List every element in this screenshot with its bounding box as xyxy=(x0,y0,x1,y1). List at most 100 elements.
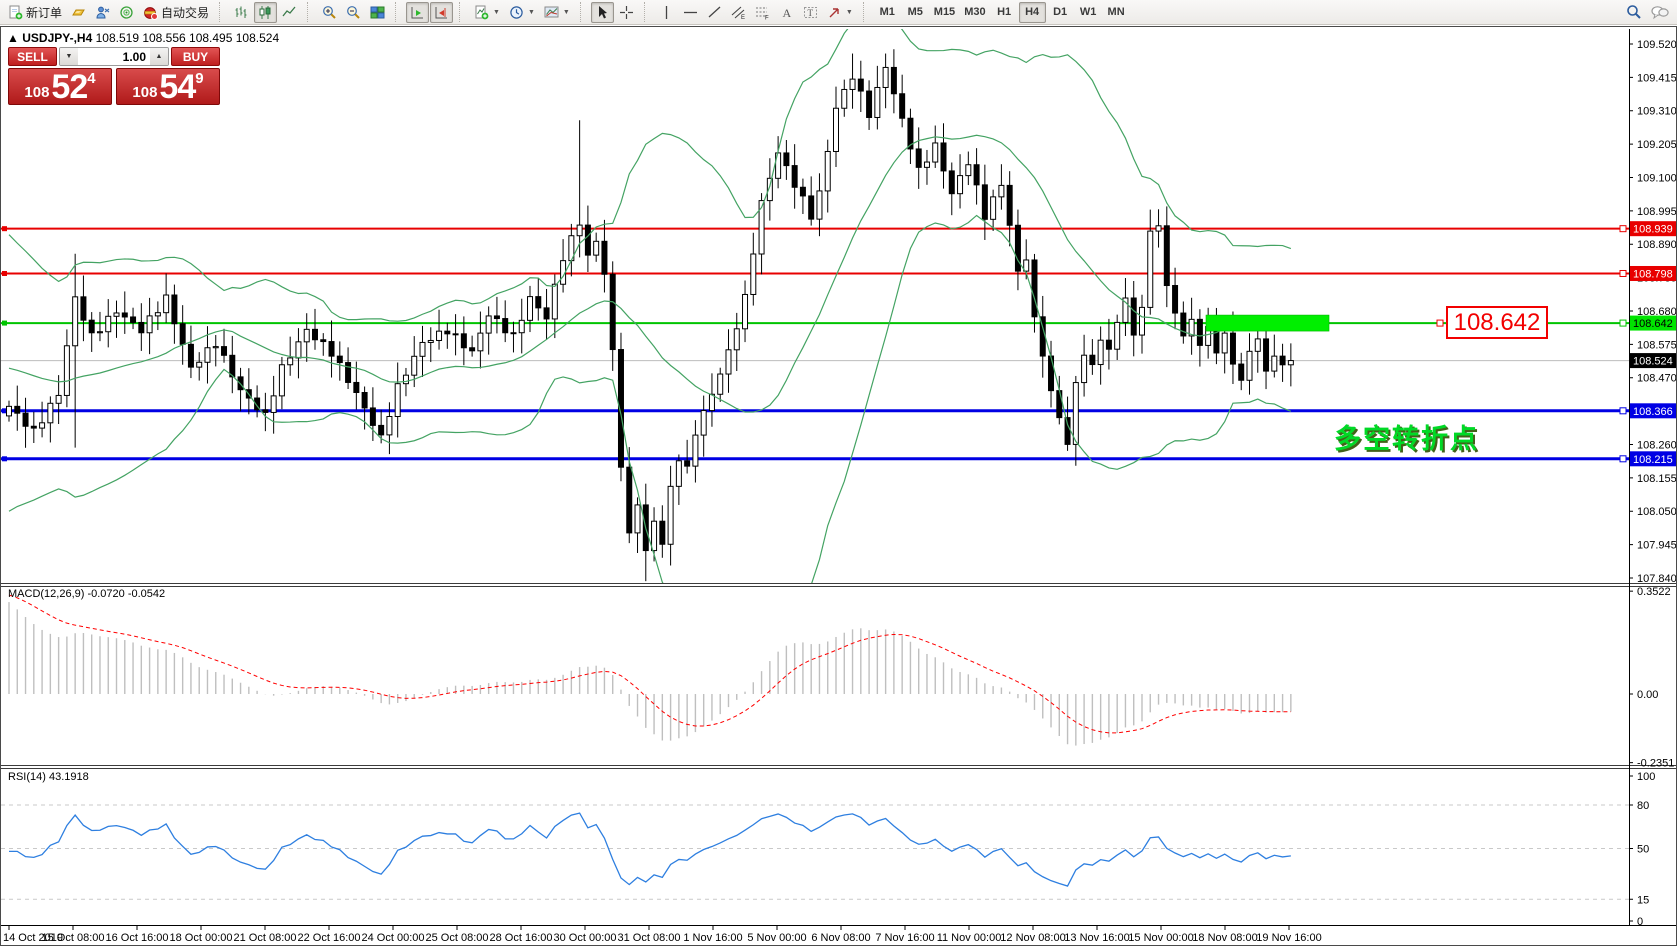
indicators-button[interactable]: ▼ xyxy=(470,2,504,23)
svg-text:18 Nov 08:00: 18 Nov 08:00 xyxy=(1192,932,1257,943)
crosshair-button[interactable] xyxy=(615,2,638,23)
equidistant-channel-icon: E xyxy=(731,5,746,20)
toolbar-separator xyxy=(644,2,651,22)
timeframe-M15[interactable]: M15 xyxy=(930,2,959,23)
arrows-icon xyxy=(827,5,842,20)
svg-text:11 Nov 00:00: 11 Nov 00:00 xyxy=(937,932,1002,943)
svg-text:-0.2351: -0.2351 xyxy=(1637,758,1674,770)
dropdown-arrow-icon: ▼ xyxy=(563,9,570,16)
timeframe-H1[interactable]: H1 xyxy=(991,2,1018,23)
sell-price-sup: 4 xyxy=(87,71,95,86)
svg-text:16 Oct 16:00: 16 Oct 16:00 xyxy=(106,932,169,943)
chat-bubbles-icon xyxy=(1651,5,1669,20)
svg-text:108.642: 108.642 xyxy=(1633,318,1673,330)
new-order-label: 新订单 xyxy=(26,4,62,21)
svg-text:109.520: 109.520 xyxy=(1637,39,1676,51)
svg-text:0.3522: 0.3522 xyxy=(1637,586,1671,598)
dropdown-arrow-icon: ▼ xyxy=(528,9,535,16)
bar-chart-button[interactable] xyxy=(230,2,253,23)
line-chart-button[interactable] xyxy=(278,2,301,23)
chart-shift-button[interactable] xyxy=(430,2,453,23)
svg-text:15 Oct 08:00: 15 Oct 08:00 xyxy=(42,932,105,943)
toolbar-separator xyxy=(459,2,466,22)
timeframe-toolbar: M1M5M15M30H1H4D1W1MN xyxy=(874,2,1130,23)
svg-text:0: 0 xyxy=(1637,916,1643,928)
dropdown-arrow-icon: ▼ xyxy=(493,9,500,16)
fibonacci-tool-button[interactable]: F xyxy=(751,2,774,23)
svg-text:19 Nov 16:00: 19 Nov 16:00 xyxy=(1256,932,1321,943)
tile-windows-icon xyxy=(370,5,385,20)
dropdown-arrow-icon: ▼ xyxy=(846,9,853,16)
candlestick-chart-button[interactable] xyxy=(254,2,277,23)
timeframe-H4[interactable]: H4 xyxy=(1019,2,1046,23)
svg-text:E: E xyxy=(741,15,745,20)
one-click-trading-panel: SELL ▼ 1.00 ▲ BUY 108 52 4 108 54 9 xyxy=(8,47,220,105)
sell-price-tile[interactable]: 108 52 4 xyxy=(8,68,112,105)
chart-shift-icon xyxy=(434,5,449,20)
timeframe-M30[interactable]: M30 xyxy=(960,2,989,23)
svg-text:1 Nov 16:00: 1 Nov 16:00 xyxy=(683,932,742,943)
horizontal-line-tool-button[interactable] xyxy=(679,2,702,23)
tile-windows-button[interactable] xyxy=(366,2,389,23)
channel-tool-button[interactable]: E xyxy=(727,2,750,23)
trendline-tool-button[interactable] xyxy=(703,2,726,23)
svg-text:31 Oct 08:00: 31 Oct 08:00 xyxy=(618,932,681,943)
zoom-in-button[interactable] xyxy=(318,2,341,23)
volume-decrease-button[interactable]: ▼ xyxy=(60,48,78,65)
text-label-tool-button[interactable]: T xyxy=(799,2,822,23)
sell-price-big: 52 xyxy=(51,72,87,102)
svg-text:21 Oct 08:00: 21 Oct 08:00 xyxy=(234,932,297,943)
zoom-out-button[interactable] xyxy=(342,2,365,23)
horizontal-line-icon xyxy=(683,5,698,20)
svg-text:100: 100 xyxy=(1637,771,1655,783)
market-gold-button[interactable] xyxy=(67,2,90,23)
svg-text:109.415: 109.415 xyxy=(1637,72,1676,84)
timeframe-D1[interactable]: D1 xyxy=(1047,2,1074,23)
svg-text:5 Nov 00:00: 5 Nov 00:00 xyxy=(747,932,806,943)
volume-increase-button[interactable]: ▲ xyxy=(150,48,168,65)
text-icon: A xyxy=(779,5,794,20)
trader-button[interactable] xyxy=(91,2,114,23)
trader-person-icon xyxy=(95,5,110,20)
arrows-tool-button[interactable]: ▼ xyxy=(823,2,857,23)
svg-text:13 Nov 16:00: 13 Nov 16:00 xyxy=(1064,932,1129,943)
svg-text:A: A xyxy=(782,6,791,20)
cursor-button[interactable] xyxy=(591,2,614,23)
template-icon xyxy=(544,5,559,20)
svg-text:F: F xyxy=(765,15,769,20)
indicators-icon xyxy=(474,5,489,20)
autotrading-button[interactable]: 自动交易 xyxy=(139,2,213,23)
signal-button[interactable] xyxy=(115,2,138,23)
templates-button[interactable]: ▼ xyxy=(540,2,574,23)
svg-text:15 Nov 00:00: 15 Nov 00:00 xyxy=(1128,932,1193,943)
buy-price-big: 54 xyxy=(159,72,195,102)
periods-button[interactable]: ▼ xyxy=(505,2,539,23)
svg-text:50: 50 xyxy=(1637,844,1649,856)
svg-text:6 Nov 08:00: 6 Nov 08:00 xyxy=(811,932,870,943)
svg-text:12 Nov 08:00: 12 Nov 08:00 xyxy=(1000,932,1065,943)
vertical-line-icon xyxy=(659,5,674,20)
chart-canvas[interactable]: 109.520109.415109.310109.205109.100108.9… xyxy=(1,27,1676,943)
svg-text:109.310: 109.310 xyxy=(1637,106,1676,118)
timeframe-MN[interactable]: MN xyxy=(1103,2,1130,23)
timeframe-M5[interactable]: M5 xyxy=(902,2,929,23)
new-order-button[interactable]: 新订单 xyxy=(4,2,66,23)
volume-value[interactable]: 1.00 xyxy=(78,48,150,65)
sell-button[interactable]: SELL xyxy=(8,47,57,66)
buy-button[interactable]: BUY xyxy=(171,47,220,66)
buy-price-tile[interactable]: 108 54 9 xyxy=(116,68,220,105)
svg-text:0.00: 0.00 xyxy=(1637,689,1658,701)
new-order-icon xyxy=(8,5,23,20)
auto-scroll-button[interactable] xyxy=(406,2,429,23)
text-tool-button[interactable]: A xyxy=(775,2,798,23)
chat-button[interactable] xyxy=(1647,2,1673,23)
svg-text:107.840: 107.840 xyxy=(1637,573,1676,585)
fibonacci-icon: F xyxy=(755,5,770,20)
search-button[interactable] xyxy=(1622,2,1646,23)
vertical-line-tool-button[interactable] xyxy=(655,2,678,23)
volume-stepper: ▼ 1.00 ▲ xyxy=(59,47,169,66)
svg-text:108.260: 108.260 xyxy=(1637,439,1676,451)
timeframe-M1[interactable]: M1 xyxy=(874,2,901,23)
svg-text:108.470: 108.470 xyxy=(1637,373,1676,385)
timeframe-W1[interactable]: W1 xyxy=(1075,2,1102,23)
